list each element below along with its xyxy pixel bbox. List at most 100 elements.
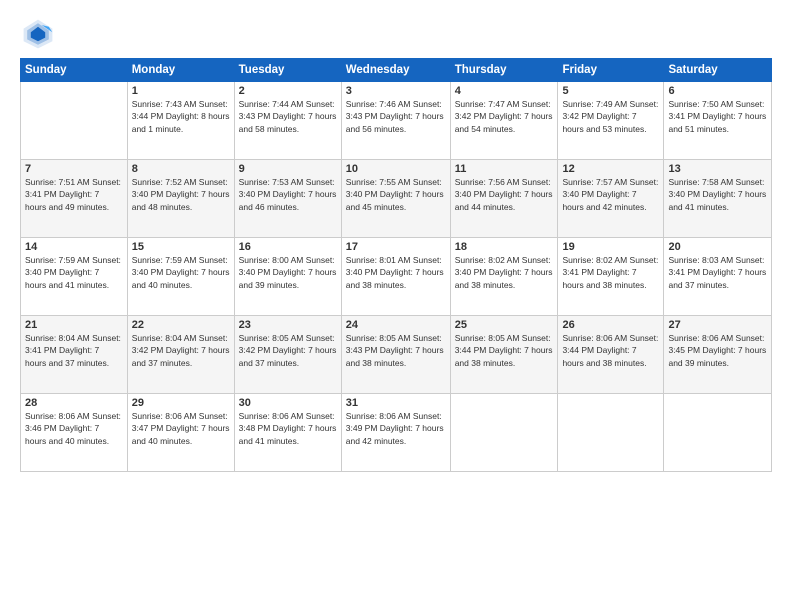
day-number: 15 [132, 241, 230, 253]
day-info: Sunrise: 7:56 AM Sunset: 3:40 PM Dayligh… [455, 176, 554, 213]
day-number: 8 [132, 163, 230, 175]
day-number: 30 [239, 397, 337, 409]
day-number: 12 [562, 163, 659, 175]
calendar-week-row: 28Sunrise: 8:06 AM Sunset: 3:46 PM Dayli… [21, 394, 772, 472]
calendar-cell: 16Sunrise: 8:00 AM Sunset: 3:40 PM Dayli… [234, 238, 341, 316]
calendar-week-row: 1Sunrise: 7:43 AM Sunset: 3:44 PM Daylig… [21, 82, 772, 160]
day-number: 14 [25, 241, 123, 253]
day-number: 29 [132, 397, 230, 409]
day-number: 13 [668, 163, 767, 175]
day-info: Sunrise: 8:04 AM Sunset: 3:41 PM Dayligh… [25, 332, 123, 369]
day-info: Sunrise: 8:06 AM Sunset: 3:44 PM Dayligh… [562, 332, 659, 369]
day-info: Sunrise: 7:46 AM Sunset: 3:43 PM Dayligh… [346, 98, 446, 135]
day-info: Sunrise: 8:05 AM Sunset: 3:43 PM Dayligh… [346, 332, 446, 369]
day-info: Sunrise: 7:50 AM Sunset: 3:41 PM Dayligh… [668, 98, 767, 135]
day-info: Sunrise: 7:49 AM Sunset: 3:42 PM Dayligh… [562, 98, 659, 135]
calendar-cell: 21Sunrise: 8:04 AM Sunset: 3:41 PM Dayli… [21, 316, 128, 394]
calendar-cell: 6Sunrise: 7:50 AM Sunset: 3:41 PM Daylig… [664, 82, 772, 160]
day-info: Sunrise: 7:58 AM Sunset: 3:40 PM Dayligh… [668, 176, 767, 213]
day-number: 21 [25, 319, 123, 331]
calendar-cell: 2Sunrise: 7:44 AM Sunset: 3:43 PM Daylig… [234, 82, 341, 160]
day-number: 27 [668, 319, 767, 331]
calendar-cell: 3Sunrise: 7:46 AM Sunset: 3:43 PM Daylig… [341, 82, 450, 160]
day-number: 18 [455, 241, 554, 253]
day-info: Sunrise: 7:44 AM Sunset: 3:43 PM Dayligh… [239, 98, 337, 135]
day-info: Sunrise: 7:59 AM Sunset: 3:40 PM Dayligh… [132, 254, 230, 291]
weekday-header: Saturday [664, 59, 772, 82]
day-number: 23 [239, 319, 337, 331]
calendar-week-row: 7Sunrise: 7:51 AM Sunset: 3:41 PM Daylig… [21, 160, 772, 238]
calendar-cell [558, 394, 664, 472]
day-number: 10 [346, 163, 446, 175]
calendar-cell: 22Sunrise: 8:04 AM Sunset: 3:42 PM Dayli… [127, 316, 234, 394]
calendar-table: SundayMondayTuesdayWednesdayThursdayFrid… [20, 58, 772, 472]
day-info: Sunrise: 7:52 AM Sunset: 3:40 PM Dayligh… [132, 176, 230, 213]
day-info: Sunrise: 8:04 AM Sunset: 3:42 PM Dayligh… [132, 332, 230, 369]
day-number: 1 [132, 85, 230, 97]
day-number: 20 [668, 241, 767, 253]
day-number: 26 [562, 319, 659, 331]
calendar-cell: 31Sunrise: 8:06 AM Sunset: 3:49 PM Dayli… [341, 394, 450, 472]
day-info: Sunrise: 8:06 AM Sunset: 3:45 PM Dayligh… [668, 332, 767, 369]
day-info: Sunrise: 7:53 AM Sunset: 3:40 PM Dayligh… [239, 176, 337, 213]
calendar-cell: 20Sunrise: 8:03 AM Sunset: 3:41 PM Dayli… [664, 238, 772, 316]
calendar-cell [664, 394, 772, 472]
day-number: 2 [239, 85, 337, 97]
calendar-cell [21, 82, 128, 160]
calendar-cell: 27Sunrise: 8:06 AM Sunset: 3:45 PM Dayli… [664, 316, 772, 394]
calendar-cell: 1Sunrise: 7:43 AM Sunset: 3:44 PM Daylig… [127, 82, 234, 160]
day-number: 6 [668, 85, 767, 97]
calendar-cell: 19Sunrise: 8:02 AM Sunset: 3:41 PM Dayli… [558, 238, 664, 316]
day-info: Sunrise: 8:06 AM Sunset: 3:47 PM Dayligh… [132, 410, 230, 447]
day-info: Sunrise: 7:57 AM Sunset: 3:40 PM Dayligh… [562, 176, 659, 213]
day-info: Sunrise: 8:05 AM Sunset: 3:44 PM Dayligh… [455, 332, 554, 369]
day-info: Sunrise: 8:06 AM Sunset: 3:48 PM Dayligh… [239, 410, 337, 447]
calendar-cell: 4Sunrise: 7:47 AM Sunset: 3:42 PM Daylig… [450, 82, 558, 160]
calendar-cell: 15Sunrise: 7:59 AM Sunset: 3:40 PM Dayli… [127, 238, 234, 316]
day-info: Sunrise: 7:43 AM Sunset: 3:44 PM Dayligh… [132, 98, 230, 135]
day-info: Sunrise: 8:06 AM Sunset: 3:49 PM Dayligh… [346, 410, 446, 447]
calendar-week-row: 14 Sunrise: 7:59 AM Sunset: 3:40 PM Dayli… [21, 238, 772, 316]
calendar-cell: 29Sunrise: 8:06 AM Sunset: 3:47 PM Dayli… [127, 394, 234, 472]
weekday-header: Tuesday [234, 59, 341, 82]
calendar-cell: 26Sunrise: 8:06 AM Sunset: 3:44 PM Dayli… [558, 316, 664, 394]
day-number: 24 [346, 319, 446, 331]
calendar-cell: 30Sunrise: 8:06 AM Sunset: 3:48 PM Dayli… [234, 394, 341, 472]
calendar-cell: 24Sunrise: 8:05 AM Sunset: 3:43 PM Dayli… [341, 316, 450, 394]
day-number: 28 [25, 397, 123, 409]
day-number: 11 [455, 163, 554, 175]
logo [20, 16, 62, 52]
weekday-header: Monday [127, 59, 234, 82]
day-number: 25 [455, 319, 554, 331]
day-info: Sunrise: 7:55 AM Sunset: 3:40 PM Dayligh… [346, 176, 446, 213]
logo-icon [20, 16, 56, 52]
calendar-cell: 23Sunrise: 8:05 AM Sunset: 3:42 PM Dayli… [234, 316, 341, 394]
calendar-cell: 18Sunrise: 8:02 AM Sunset: 3:40 PM Dayli… [450, 238, 558, 316]
day-info: Sunrise: 8:02 AM Sunset: 3:40 PM Dayligh… [455, 254, 554, 291]
calendar-header-row: SundayMondayTuesdayWednesdayThursdayFrid… [21, 59, 772, 82]
weekday-header: Wednesday [341, 59, 450, 82]
day-number: 19 [562, 241, 659, 253]
day-info: Sunrise: 8:06 AM Sunset: 3:46 PM Dayligh… [25, 410, 123, 447]
day-info: Sunrise: 7:47 AM Sunset: 3:42 PM Dayligh… [455, 98, 554, 135]
weekday-header: Thursday [450, 59, 558, 82]
day-info: Sunrise: 8:00 AM Sunset: 3:40 PM Dayligh… [239, 254, 337, 291]
day-info: Sunrise: 8:02 AM Sunset: 3:41 PM Dayligh… [562, 254, 659, 291]
day-number: 9 [239, 163, 337, 175]
day-info: Sunrise: 8:03 AM Sunset: 3:41 PM Dayligh… [668, 254, 767, 291]
day-info: Sunrise: 8:05 AM Sunset: 3:42 PM Dayligh… [239, 332, 337, 369]
day-number: 5 [562, 85, 659, 97]
calendar-cell: 13Sunrise: 7:58 AM Sunset: 3:40 PM Dayli… [664, 160, 772, 238]
calendar-cell: 14Sunrise: 7:59 AM Sunset: 3:40 PM Dayli… [21, 238, 128, 316]
calendar-week-row: 21Sunrise: 8:04 AM Sunset: 3:41 PM Dayli… [21, 316, 772, 394]
calendar-cell: 9Sunrise: 7:53 AM Sunset: 3:40 PM Daylig… [234, 160, 341, 238]
day-number: 7 [25, 163, 123, 175]
calendar-cell: 17Sunrise: 8:01 AM Sunset: 3:40 PM Dayli… [341, 238, 450, 316]
calendar-cell: 10Sunrise: 7:55 AM Sunset: 3:40 PM Dayli… [341, 160, 450, 238]
calendar-cell: 25Sunrise: 8:05 AM Sunset: 3:44 PM Dayli… [450, 316, 558, 394]
day-number: 22 [132, 319, 230, 331]
page-header [20, 16, 772, 52]
day-number: 3 [346, 85, 446, 97]
day-number: 31 [346, 397, 446, 409]
weekday-header: Sunday [21, 59, 128, 82]
